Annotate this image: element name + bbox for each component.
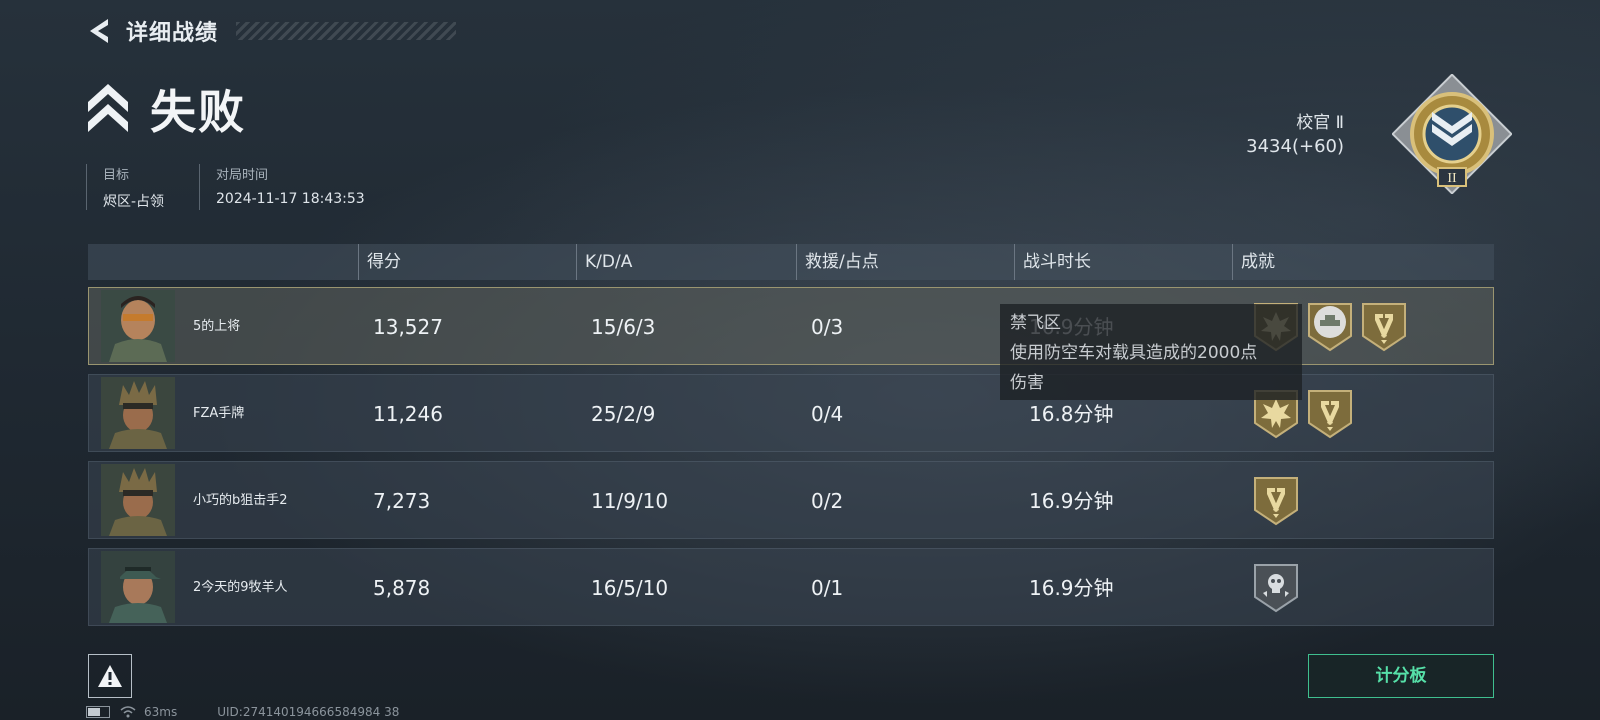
target-value: 烬区-占领	[103, 194, 165, 210]
back-arrow-icon	[90, 19, 108, 43]
defeat-chevron-icon	[88, 84, 128, 132]
player-kda: 16/5/10	[591, 576, 669, 600]
battery-level	[88, 708, 100, 716]
hammer-medal-icon[interactable]	[1361, 302, 1407, 352]
status-bar: 63ms UID:274140194666584984 38	[86, 704, 399, 720]
player-avatar	[101, 290, 175, 362]
player-avatar	[101, 464, 175, 536]
player-avatar	[101, 377, 175, 449]
soldier-portrait-icon	[101, 290, 175, 362]
player-rescue: 0/3	[811, 315, 844, 339]
achievement-tooltip: 禁飞区 使用防空车对载具造成的2000点 伤害	[1000, 304, 1302, 400]
player-rescue: 0/4	[811, 402, 844, 426]
player-score: 7,273	[373, 489, 431, 513]
column-duration: 战斗时长	[1014, 244, 1091, 280]
back-button[interactable]: 详细战绩	[86, 14, 456, 48]
soldier-portrait-icon	[101, 551, 175, 623]
tooltip-title: 禁飞区	[1010, 313, 1061, 333]
column-kda: K/D/A	[576, 244, 632, 280]
player-score: 11,246	[373, 402, 443, 426]
rank-name: 校官 Ⅱ	[1296, 113, 1344, 133]
player-rescue: 0/2	[811, 489, 844, 513]
hammer-medal-icon[interactable]	[1307, 389, 1353, 439]
player-name: 2今天的9牧羊人	[193, 580, 288, 595]
tooltip-description-line1: 使用防空车对载具造成的2000点	[1010, 343, 1258, 363]
table-header: 得分 K/D/A 救援/占点 战斗时长 成就	[88, 244, 1494, 280]
player-avatar	[101, 551, 175, 623]
column-achievements: 成就	[1232, 244, 1275, 280]
hammer-medal-icon[interactable]	[1253, 476, 1299, 526]
tooltip-description-line2: 伤害	[1010, 373, 1044, 393]
ping-text: 63ms	[144, 705, 178, 719]
player-name: 小巧的b狙击手2	[193, 493, 288, 508]
uid-text: UID:274140194666584984 38	[217, 705, 400, 719]
report-button[interactable]	[88, 654, 132, 698]
battery-icon	[86, 706, 110, 718]
soldier-portrait-icon	[101, 464, 175, 536]
player-name: FZA手牌	[193, 406, 245, 421]
player-duration: 16.9分钟	[1029, 489, 1114, 513]
vehicle-medal-icon[interactable]	[1307, 302, 1353, 352]
column-rescue: 救援/占点	[796, 244, 879, 280]
match-result: 失败	[150, 85, 246, 139]
match-time-info: 对局时间 2024-11-17 18:43:53	[199, 164, 365, 210]
page-title: 详细战绩	[126, 21, 219, 46]
column-score: 得分	[358, 244, 401, 280]
player-kda: 25/2/9	[591, 402, 656, 426]
target-info: 目标 烬区-占领	[86, 164, 164, 210]
soldier-portrait-icon	[101, 377, 175, 449]
player-row[interactable]: 2今天的9牧羊人 5,878 16/5/10 0/1 16.9分钟	[88, 548, 1494, 626]
skull-medal-icon[interactable]	[1253, 563, 1299, 613]
player-score: 5,878	[373, 576, 431, 600]
match-time-value: 2024-11-17 18:43:53	[216, 191, 365, 207]
player-kda: 11/9/10	[591, 489, 669, 513]
player-kda: 15/6/3	[591, 315, 656, 339]
title-stripes-decoration	[236, 22, 456, 40]
rank-badge-icon: II	[1392, 74, 1512, 194]
scoreboard-button[interactable]: 计分板	[1308, 654, 1494, 698]
warning-icon	[98, 665, 122, 687]
player-rescue: 0/1	[811, 576, 844, 600]
player-row[interactable]: 小巧的b狙击手2 7,273 11/9/10 0/2 16.9分钟	[88, 461, 1494, 539]
target-label: 目标	[103, 168, 130, 183]
player-name: 5的上将	[193, 319, 241, 334]
rank-badge-numeral: II	[1447, 171, 1457, 186]
player-duration: 16.9分钟	[1029, 576, 1114, 600]
wifi-icon	[120, 706, 136, 718]
player-score: 13,527	[373, 315, 443, 339]
rank-points: 3434(+60)	[1246, 136, 1344, 157]
match-time-label: 对局时间	[216, 168, 269, 183]
